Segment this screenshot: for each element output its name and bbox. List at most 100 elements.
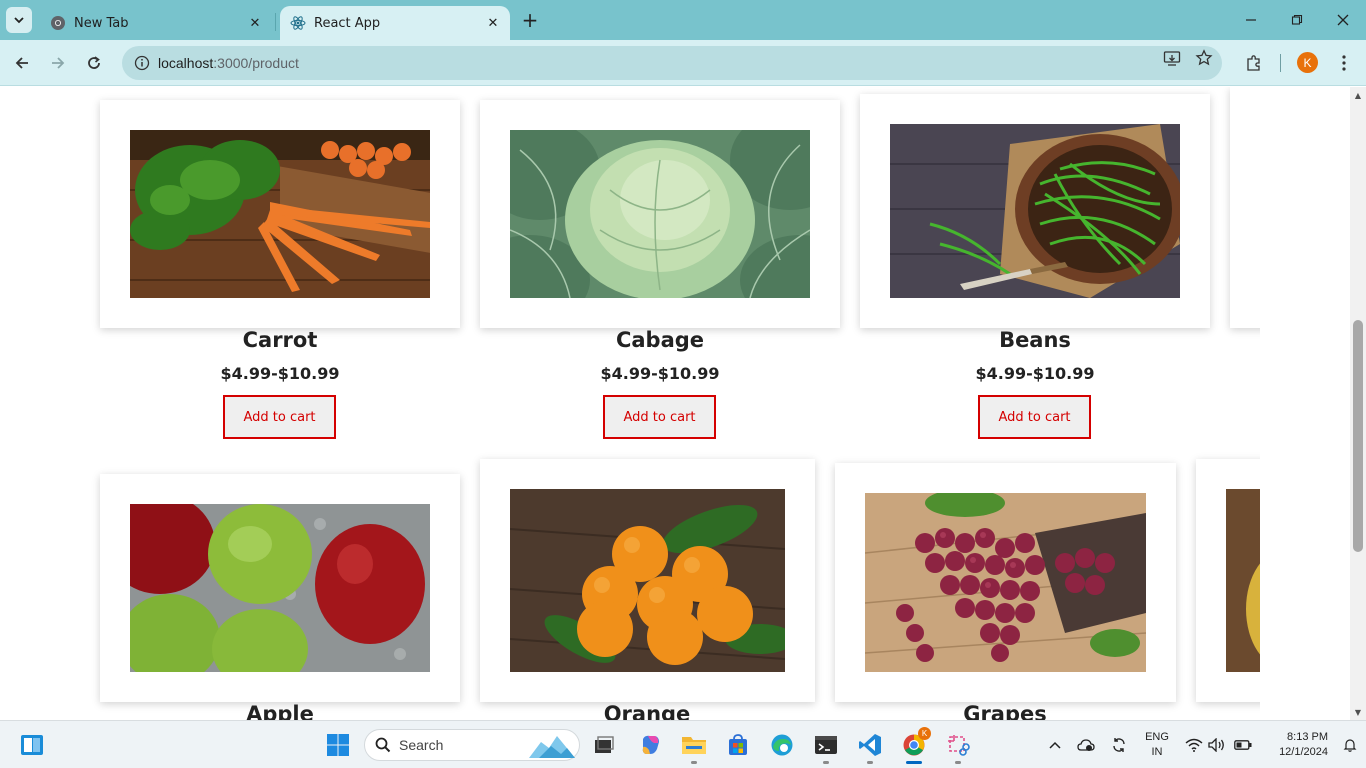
install-app-icon[interactable] (1162, 48, 1182, 68)
running-indicator (691, 761, 697, 764)
carrot-image (130, 130, 430, 298)
tab-search-button[interactable] (6, 7, 32, 33)
url-text: localhost:3000/product (158, 55, 299, 71)
forward-button[interactable] (44, 49, 72, 77)
product-card-orange (480, 459, 815, 702)
react-icon (290, 15, 306, 31)
running-indicator (867, 761, 873, 764)
running-indicator (955, 761, 961, 764)
arrow-left-icon (15, 57, 28, 69)
search-icon (375, 737, 391, 753)
language-code: ENG (1145, 731, 1169, 743)
product-price-carrot: $4.99-$10.99 (220, 364, 340, 383)
info-icon[interactable] (132, 53, 152, 73)
edge-icon[interactable] (766, 729, 798, 761)
beans-image (890, 124, 1180, 298)
task-view-icon[interactable] (588, 729, 620, 761)
browser-toolbar: localhost:3000/product K (0, 40, 1366, 86)
minimize-icon (1246, 19, 1256, 21)
close-icon[interactable]: ✕ (246, 14, 264, 32)
snipping-tool-icon[interactable] (942, 729, 974, 764)
product-price-cabage: $4.99-$10.99 (600, 364, 720, 383)
wifi-icon[interactable] (1184, 735, 1204, 755)
product-name-orange: Orange (603, 702, 691, 720)
cloud-sync-icon[interactable] (1076, 735, 1096, 755)
notification-bell-icon[interactable] (1340, 735, 1360, 755)
product-price-beans: $4.99-$10.99 (975, 364, 1095, 383)
orange-image (510, 489, 785, 672)
start-button[interactable] (322, 729, 354, 761)
bookmark-star-icon[interactable] (1194, 48, 1214, 68)
plus-icon: + (521, 8, 539, 32)
system-clock[interactable]: 8:13 PM 12/1/2024 (1262, 730, 1328, 760)
product-name-carrot: Carrot (242, 328, 318, 352)
input-language[interactable]: ENG IN (1142, 730, 1172, 760)
toolbar-divider (1280, 54, 1281, 72)
product-card-grapes (835, 463, 1176, 702)
product-card-carrot (100, 100, 460, 328)
file-explorer-icon[interactable] (678, 729, 710, 764)
battery-icon[interactable] (1233, 735, 1253, 755)
product-card-cabage (480, 100, 840, 328)
reload-button[interactable] (80, 49, 108, 77)
url-path: :3000/product (213, 55, 299, 71)
arrow-right-icon (52, 57, 65, 69)
widgets-icon[interactable] (16, 729, 48, 761)
chrome-icon (50, 15, 66, 31)
search-highlight-icon (529, 736, 575, 758)
vscode-icon[interactable] (854, 729, 886, 764)
product-name-cabage: Cabage (615, 328, 705, 352)
volume-icon[interactable] (1207, 735, 1227, 755)
close-icon (1337, 14, 1349, 26)
content-clip (1260, 87, 1350, 720)
close-icon[interactable]: ✕ (484, 14, 502, 32)
refresh-tray-icon[interactable] (1109, 735, 1129, 755)
product-card-beans (860, 94, 1210, 328)
microsoft-store-icon[interactable] (722, 729, 754, 761)
kebab-menu-icon[interactable] (1332, 51, 1356, 75)
product-name-apple: Apple (246, 702, 314, 720)
tab-separator (275, 13, 276, 31)
back-button[interactable] (8, 49, 36, 77)
running-indicator (823, 761, 829, 764)
add-to-cart-button-beans[interactable]: Add to cart (978, 395, 1091, 439)
scroll-thumb[interactable] (1353, 320, 1363, 552)
cabage-image (510, 130, 810, 298)
product-card-apple (100, 474, 460, 702)
tab-title: New Tab (74, 15, 129, 31)
profile-avatar[interactable]: K (1297, 52, 1318, 73)
terminal-icon[interactable] (810, 729, 842, 764)
tab-title: React App (314, 15, 381, 31)
product-name-grapes: Grapes (963, 702, 1047, 720)
apple-image (130, 504, 430, 672)
extensions-icon[interactable] (1242, 51, 1266, 75)
grapes-image (865, 493, 1146, 672)
new-tab-button[interactable]: + (518, 8, 542, 32)
windows-icon (327, 734, 349, 756)
restore-button[interactable] (1274, 4, 1320, 36)
product-name-beans: Beans (999, 328, 1071, 352)
clock-date: 12/1/2024 (1279, 746, 1328, 758)
scroll-down-icon[interactable]: ▼ (1353, 707, 1363, 717)
add-to-cart-button-cabage[interactable]: Add to cart (603, 395, 716, 439)
add-to-cart-button-carrot[interactable]: Add to cart (223, 395, 336, 439)
chrome-taskbar-icon[interactable]: K (898, 727, 931, 764)
tab-new-tab[interactable]: New Tab ✕ (40, 6, 272, 40)
show-hidden-icons-chevron-up-icon[interactable] (1045, 735, 1065, 755)
tab-strip: New Tab ✕ React App ✕ + (0, 0, 1366, 40)
tab-react-app[interactable]: React App ✕ (280, 6, 510, 40)
taskbar: Search K ENG IN 8:13 PM 12/1/2024 (0, 720, 1366, 768)
copilot-icon[interactable] (635, 729, 667, 761)
minimize-button[interactable] (1228, 4, 1274, 36)
close-window-button[interactable] (1320, 4, 1366, 36)
page-viewport: Carrot $4.99-$10.99 Add to cart Cabage $… (0, 87, 1366, 720)
restore-icon (1291, 14, 1303, 25)
address-bar[interactable]: localhost:3000/product (122, 46, 1222, 80)
active-indicator (906, 761, 922, 764)
taskbar-search-box[interactable]: Search (364, 729, 580, 761)
clock-time: 8:13 PM (1287, 731, 1328, 743)
page-scrollbar[interactable]: ▲ ▼ (1350, 87, 1366, 720)
search-label: Search (399, 737, 444, 753)
scroll-up-icon[interactable]: ▲ (1353, 90, 1363, 100)
reload-icon (88, 56, 100, 69)
